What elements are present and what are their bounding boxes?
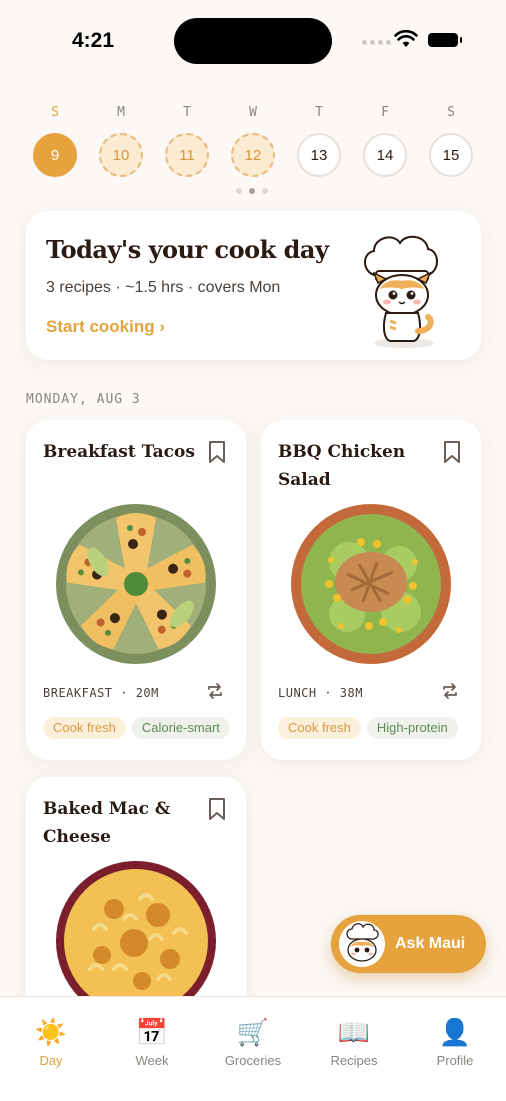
signal-icon <box>362 40 391 45</box>
bookmark-icon[interactable] <box>208 440 226 464</box>
recipe-meta: BREAKFAST · 20M <box>43 686 159 700</box>
book-icon: 📖 <box>337 1017 371 1047</box>
bookmark-icon[interactable] <box>208 797 226 821</box>
bbq-chicken-salad-image <box>291 504 451 664</box>
status-bar: 4:21 <box>0 0 506 80</box>
recipe-tags: Cook fresh Calorie-smart <box>43 717 233 739</box>
ask-maui-label: Ask Maui <box>395 935 466 952</box>
chef-cat-icon <box>346 923 379 962</box>
recipe-card[interactable]: Breakfast Tacos BREAKFAST · 20M Cook fre… <box>26 420 246 760</box>
day-letter: S <box>51 105 59 120</box>
swap-icon[interactable] <box>441 682 459 700</box>
tab-groceries[interactable]: 🛒 Groceries <box>208 1015 298 1068</box>
tag-cook-fresh: Cook fresh <box>278 717 361 739</box>
day-date-circle[interactable]: 14 <box>363 133 407 177</box>
tab-label: Profile <box>436 1053 474 1068</box>
tab-week[interactable]: 📅 Week <box>107 1015 197 1068</box>
calendar-icon: 📅 <box>135 1017 169 1047</box>
breakfast-tacos-image <box>56 504 216 664</box>
wifi-icon <box>394 30 418 47</box>
tab-label: Groceries <box>224 1053 282 1068</box>
day-date-circle[interactable]: 15 <box>429 133 473 177</box>
day-6[interactable]: S 15 <box>429 104 473 177</box>
day-letter: T <box>183 105 191 120</box>
tab-label: Week <box>135 1053 169 1068</box>
day-1[interactable]: M 10 <box>99 104 143 177</box>
day-3[interactable]: W 12 <box>231 104 275 177</box>
day-letter: S <box>447 105 455 120</box>
day-letter: M <box>117 105 125 120</box>
page-dot <box>249 188 255 194</box>
cart-icon: 🛒 <box>236 1017 270 1047</box>
status-time: 4:21 <box>72 29 115 52</box>
tab-recipes[interactable]: 📖 Recipes <box>309 1015 399 1068</box>
tab-label: Day <box>39 1053 63 1068</box>
day-date-circle[interactable]: 9 <box>33 133 77 177</box>
day-2[interactable]: T 11 <box>165 104 209 177</box>
page-dot <box>236 188 242 194</box>
day-date-circle[interactable]: 12 <box>231 133 275 177</box>
cook-day-summary: 3 recipes · ~1.5 hrs · covers Mon <box>46 279 281 296</box>
day-date-circle[interactable]: 13 <box>297 133 341 177</box>
swap-icon[interactable] <box>206 682 224 700</box>
day-date-circle[interactable]: 10 <box>99 133 143 177</box>
tag-nutrition: Calorie-smart <box>131 717 230 739</box>
tag-nutrition: High-protein <box>366 717 458 739</box>
cook-day-card[interactable]: Today's your cook day 3 recipes · ~1.5 h… <box>26 211 481 360</box>
tag-cook-fresh: Cook fresh <box>43 717 126 739</box>
page-dot <box>262 188 268 194</box>
recipe-title: BBQ Chicken Salad <box>278 442 406 490</box>
tab-label: Recipes <box>330 1053 378 1068</box>
recipe-card[interactable]: BBQ Chicken Salad LUNCH · 38M Cook fresh… <box>261 420 481 760</box>
day-letter: T <box>315 105 323 120</box>
tab-profile[interactable]: 👤 Profile <box>410 1015 500 1068</box>
maui-avatar <box>339 921 385 967</box>
recipe-title: Baked Mac & Cheese <box>43 799 171 847</box>
day-4[interactable]: T 13 <box>297 104 341 177</box>
recipe-tags: Cook fresh High-protein <box>278 717 468 739</box>
bookmark-icon[interactable] <box>443 440 461 464</box>
battery-icon <box>428 33 462 47</box>
start-cooking-link[interactable]: Start cooking › <box>46 317 165 337</box>
recipe-title: Breakfast Tacos <box>43 442 195 462</box>
tab-day[interactable]: ☀️ Day <box>6 1015 96 1068</box>
page-indicator <box>236 188 268 194</box>
day-letter: F <box>381 105 389 120</box>
dynamic-island <box>174 18 332 64</box>
day-letter: W <box>249 105 257 120</box>
day-date-circle[interactable]: 11 <box>165 133 209 177</box>
person-icon: 👤 <box>438 1017 472 1047</box>
cook-day-title: Today's your cook day <box>46 235 329 264</box>
day-0[interactable]: S9 <box>33 104 77 177</box>
sun-icon: ☀️ <box>34 1017 68 1047</box>
ask-maui-button[interactable]: Ask Maui <box>331 915 486 973</box>
chef-cat-mascot <box>364 235 438 348</box>
tab-bar: ☀️ Day 📅 Week 🛒 Groceries 📖 Recipes 👤 Profile <box>0 996 506 1101</box>
day-5[interactable]: F 14 <box>363 104 407 177</box>
recipe-meta: LUNCH · 38M <box>278 686 363 700</box>
section-date-label: MONDAY, AUG 3 <box>26 392 141 407</box>
